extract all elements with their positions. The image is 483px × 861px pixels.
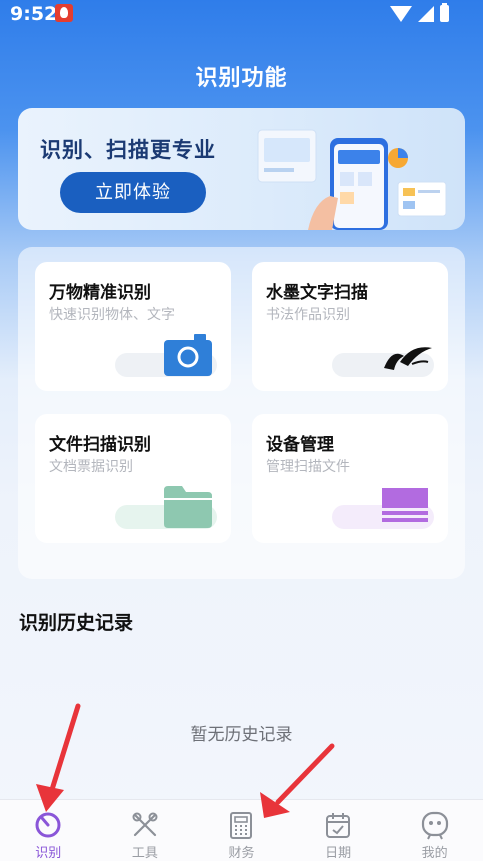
feature-card-document-scan[interactable]: 文件扫描识别 文档票据识别: [35, 414, 231, 543]
feature-subtitle: 文档票据识别: [49, 459, 133, 475]
status-icons: [390, 3, 449, 22]
feature-card-object-recognition[interactable]: 万物精准识别 快速识别物体、文字: [35, 262, 231, 391]
feature-subtitle: 书法作品识别: [266, 307, 350, 323]
try-now-button[interactable]: 立即体验: [60, 172, 206, 213]
promo-banner[interactable]: 识别、扫描更专业 立即体验: [18, 108, 465, 230]
annotation-arrow-icon: [260, 743, 335, 818]
status-bar: 9:52: [0, 0, 483, 28]
tools-icon: [132, 812, 158, 837]
feature-grid: 万物精准识别 快速识别物体、文字 水墨文字扫描 书法作品识别 文件扫描识别 文档…: [18, 247, 465, 579]
document-icon: [382, 488, 428, 522]
status-time: 9:52: [10, 3, 58, 25]
folder-icon: [164, 486, 212, 528]
nav-item-mine[interactable]: 我的: [386, 800, 483, 861]
feature-title: 万物精准识别: [49, 283, 151, 303]
phone-illustration-icon: [257, 129, 447, 230]
app-notification-icon: [55, 4, 73, 22]
battery-icon: [440, 3, 449, 22]
feature-subtitle: 快速识别物体、文字: [49, 307, 175, 323]
feature-title: 设备管理: [266, 435, 334, 455]
nav-label: 财务: [228, 846, 255, 861]
robot-face-icon: [421, 811, 448, 840]
nav-label: 识别: [35, 846, 62, 861]
history-title: 识别历史记录: [19, 612, 134, 634]
nav-label: 我的: [421, 846, 448, 861]
nav-label: 工具: [131, 846, 158, 861]
signal-icon: [418, 5, 434, 22]
camera-icon: [164, 334, 212, 376]
wifi-icon: [390, 5, 412, 22]
ink-brush-icon: [384, 347, 432, 370]
banner-title: 识别、扫描更专业: [40, 138, 216, 162]
feature-card-device-management[interactable]: 设备管理 管理扫描文件: [252, 414, 448, 543]
feature-title: 文件扫描识别: [49, 435, 151, 455]
annotation-arrow-icon: [36, 703, 81, 812]
page-title: 识别功能: [195, 66, 288, 91]
feature-title: 水墨文字扫描: [266, 283, 368, 303]
nav-label: 日期: [325, 846, 352, 861]
feature-subtitle: 管理扫描文件: [266, 459, 350, 475]
feature-card-ink-scan[interactable]: 水墨文字扫描 书法作品识别: [252, 262, 448, 391]
nav-item-tools[interactable]: 工具: [97, 800, 194, 861]
